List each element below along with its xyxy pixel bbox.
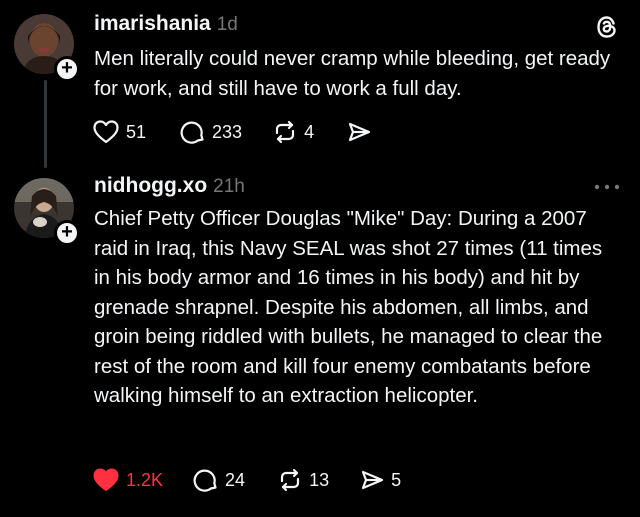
repost-count: 13	[309, 470, 330, 490]
follow-plus-icon[interactable]: +	[54, 56, 80, 82]
reply-count: 233	[212, 122, 243, 142]
post-text: Men literally could never cramp while bl…	[94, 47, 611, 100]
avatar-wrap: +	[14, 178, 80, 246]
reply-icon	[193, 469, 217, 492]
heart-icon	[93, 120, 119, 144]
like-button[interactable]: 51	[92, 118, 146, 146]
timestamp: 21h	[213, 176, 245, 197]
username[interactable]: nidhogg.xo	[94, 174, 207, 198]
reply-icon	[180, 121, 204, 144]
post-header: imarishania 1d	[94, 12, 238, 38]
share-button[interactable]	[346, 118, 372, 146]
more-options-icon[interactable]	[592, 180, 622, 192]
like-count: 51	[126, 122, 147, 142]
reply-button[interactable]: 24	[193, 466, 245, 494]
follow-plus-icon[interactable]: +	[54, 220, 80, 246]
post-header: nidhogg.xo 21h	[94, 174, 245, 200]
like-button[interactable]: 1.2K	[92, 466, 163, 494]
heart-icon	[93, 468, 119, 491]
reply-button[interactable]: 233	[180, 118, 242, 146]
post-nidhogg: + nidhogg.xo 21h Chief Petty Officer Dou…	[0, 170, 640, 517]
username[interactable]: imarishania	[94, 12, 211, 36]
repost-icon	[275, 120, 295, 144]
thread-connector-line	[44, 80, 47, 168]
timestamp: 1d	[216, 14, 238, 35]
reply-count: 24	[225, 470, 246, 490]
share-icon	[361, 470, 384, 490]
threads-logo-icon[interactable]	[594, 14, 620, 40]
repost-button[interactable]: 13	[277, 466, 329, 494]
repost-button[interactable]: 4	[272, 118, 314, 146]
share-button[interactable]: 5	[359, 466, 401, 494]
post-imarishania: + imarishania 1d Men literally could nev…	[0, 0, 640, 170]
like-count: 1.2K	[126, 470, 164, 490]
post-actions: 51 233 4	[92, 118, 372, 146]
share-count: 5	[391, 470, 402, 490]
share-icon	[348, 122, 371, 142]
post-actions: 1.2K 24 13 5	[92, 466, 401, 494]
repost-count: 4	[304, 122, 315, 142]
post-text: Chief Petty Officer Douglas "Mike" Day: …	[94, 207, 603, 407]
repost-icon	[280, 468, 300, 492]
avatar-wrap: +	[14, 14, 80, 82]
